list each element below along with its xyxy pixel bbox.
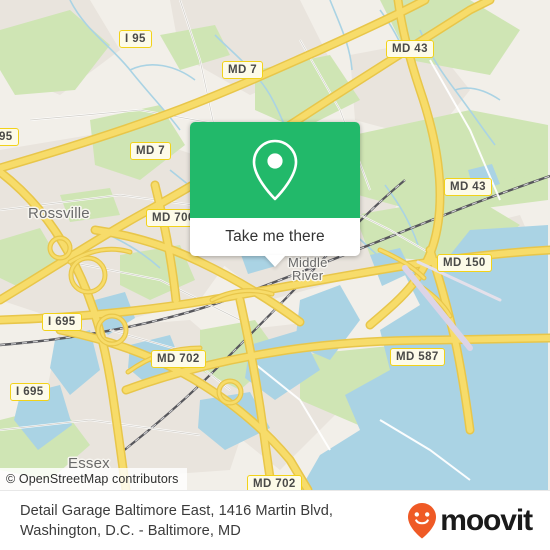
location-title-line1: Detail Garage Baltimore East, 1416 Marti… (20, 502, 334, 519)
take-me-there-button[interactable]: Take me there (190, 218, 360, 256)
map-pin-icon (252, 139, 298, 201)
road-shield-i95[interactable]: I 95 (119, 30, 152, 48)
moovit-wordmark: moovit (440, 503, 533, 537)
road-shield-md702-mid[interactable]: MD 702 (151, 350, 206, 368)
map-screenshot: Rossville Essex Middle River I 95 MD 7 M… (0, 0, 550, 550)
road-shield-i695-south[interactable]: I 695 (10, 383, 50, 401)
moovit-brand[interactable]: moovit (407, 502, 536, 540)
popup-icon-area (190, 122, 360, 218)
road-shield-95-edge[interactable]: 95 (0, 128, 19, 146)
road-shield-md587[interactable]: MD 587 (390, 348, 445, 366)
popup-pointer (264, 255, 286, 267)
map-viewport[interactable]: Rossville Essex Middle River I 95 MD 7 M… (0, 0, 550, 490)
road-shield-md43-north[interactable]: MD 43 (386, 40, 434, 58)
road-shield-md43-east[interactable]: MD 43 (444, 178, 492, 196)
road-shield-md150[interactable]: MD 150 (437, 254, 492, 272)
location-title-line2: Washington, D.C. - Baltimore, MD (20, 522, 241, 539)
road-shield-md702-south[interactable]: MD 702 (247, 475, 302, 490)
moovit-pin-smile-icon (408, 502, 437, 538)
road-shield-i695-west[interactable]: I 695 (42, 313, 82, 331)
footer-bar: Detail Garage Baltimore East, 1416 Marti… (0, 490, 550, 550)
road-shield-md7-north[interactable]: MD 7 (222, 61, 264, 79)
osm-attribution[interactable]: © OpenStreetMap contributors (0, 468, 187, 490)
location-title: Detail Garage Baltimore East, 1416 Marti… (20, 501, 407, 541)
road-shield-md7-west[interactable]: MD 7 (130, 142, 172, 160)
location-popup-card[interactable]: Take me there (190, 122, 360, 267)
